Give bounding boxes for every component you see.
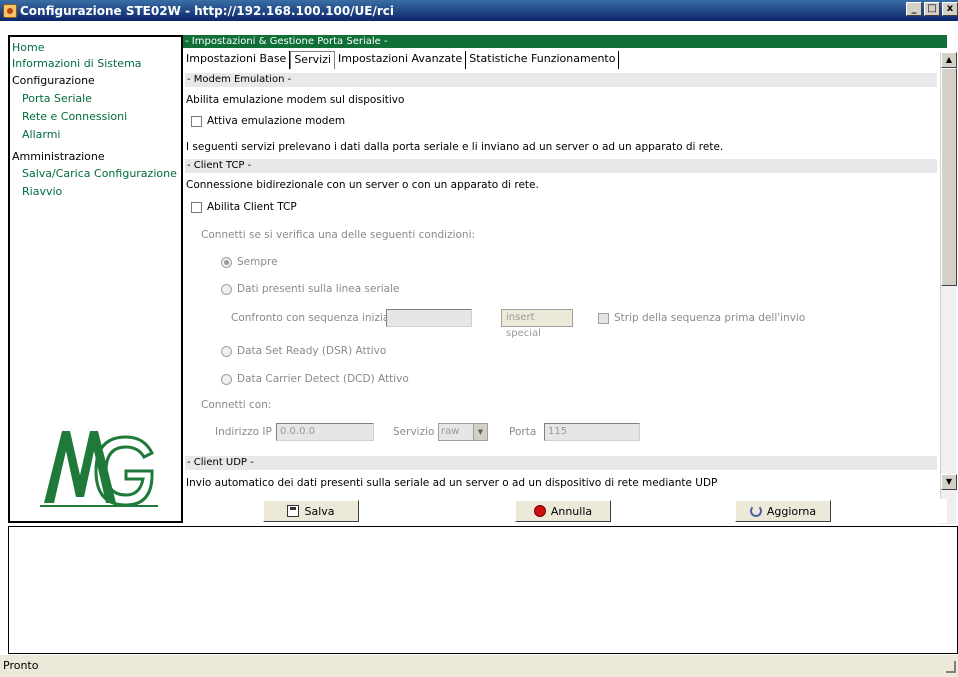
status-bar: Pronto: [0, 654, 958, 677]
log-panel: [8, 526, 958, 654]
window-title: Configurazione STE02W - http://192.168.1…: [20, 3, 395, 18]
modem-description: Abilita emulazione modem sul dispositivo: [186, 94, 405, 106]
salva-label: Salva: [304, 504, 335, 518]
modem-checkbox-label: Attiva emulazione modem: [207, 115, 346, 127]
client-tcp-header: - Client TCP -: [185, 159, 937, 173]
annulla-label: Annulla: [550, 504, 593, 518]
tab-impostazioni-avanzate[interactable]: Impostazioni Avanzate: [335, 51, 467, 69]
porta-label: Porta: [509, 426, 537, 438]
tcp-enable-checkbox[interactable]: [191, 202, 202, 213]
tab-servizi[interactable]: Servizi: [290, 51, 335, 69]
tcp-description: Connessione bidirezionale con un server …: [186, 179, 539, 191]
servizio-selected-value: raw: [441, 426, 460, 437]
close-button[interactable]: x: [942, 2, 958, 16]
stop-icon: [533, 505, 546, 517]
strip-checkbox[interactable]: [598, 313, 609, 324]
tab-impostazioni-base[interactable]: Impostazioni Base: [183, 51, 291, 69]
maximize-button[interactable]: □: [924, 2, 940, 16]
company-logo: [40, 431, 158, 507]
vertical-scrollbar[interactable]: ▲ ▼: [940, 52, 957, 524]
ip-input[interactable]: 0.0.0.0: [276, 423, 374, 441]
annulla-button[interactable]: Annulla: [515, 500, 611, 522]
servizio-select[interactable]: raw ▼: [438, 423, 488, 441]
connetti-con-label: Connetti con:: [201, 399, 272, 411]
udp-description: Invio automatico dei dati presenti sulla…: [186, 477, 718, 489]
aggiorna-button[interactable]: Aggiorna: [735, 500, 831, 522]
scroll-up-icon[interactable]: ▲: [941, 52, 957, 68]
radio-dsr[interactable]: [221, 346, 232, 357]
sidebar: Home Informazioni di Sistema Configurazi…: [8, 35, 183, 523]
scrollbar-thumb[interactable]: [941, 68, 957, 286]
chevron-down-icon: ▼: [473, 424, 487, 440]
aggiorna-label: Aggiorna: [766, 504, 817, 518]
services-description: I seguenti servizi prelevano i dati dall…: [186, 141, 724, 153]
modem-emulation-header: - Modem Emulation -: [185, 73, 937, 87]
insert-special-button[interactable]: insert special: [501, 309, 573, 339]
sidebar-item-home[interactable]: Home: [12, 41, 44, 54]
client-udp-header: - Client UDP -: [185, 456, 937, 470]
confronto-input[interactable]: [386, 309, 472, 327]
sidebar-item-info[interactable]: Informazioni di Sistema: [12, 57, 142, 70]
section-title-bar: - Impostazioni & Gestione Porta Seriale …: [183, 35, 947, 48]
sidebar-item-porta-seriale[interactable]: Porta Seriale: [22, 92, 92, 105]
resize-grip-icon[interactable]: [946, 661, 956, 673]
sidebar-item-salva-carica[interactable]: Salva/Carica Configurazione: [22, 167, 177, 180]
window-controls: _ □ x: [906, 2, 958, 16]
sidebar-heading-amministrazione: Amministrazione: [12, 150, 105, 163]
services-content: - Modem Emulation - Abilita emulazione m…: [183, 73, 937, 523]
radio-dcd[interactable]: [221, 374, 232, 385]
sidebar-heading-configurazione: Configurazione: [12, 74, 95, 87]
scroll-down-icon[interactable]: ▼: [941, 474, 957, 490]
radio-dsr-label: Data Set Ready (DSR) Attivo: [237, 345, 387, 357]
radio-sempre[interactable]: [221, 257, 232, 268]
tab-strip: Impostazioni Base Servizi Impostazioni A…: [183, 49, 620, 71]
action-bar: Salva Annulla Aggiorna: [183, 499, 947, 523]
strip-label: Strip della sequenza prima dell'invio: [614, 312, 806, 324]
radio-dati-label: Dati presenti sulla linea seriale: [237, 283, 400, 295]
java-app-icon: [3, 3, 17, 18]
status-text: Pronto: [3, 659, 39, 672]
radio-sempre-label: Sempre: [237, 256, 278, 268]
confronto-label: Confronto con sequenza iniziale: [231, 312, 399, 324]
servizio-label: Servizio: [393, 426, 435, 438]
window-titlebar[interactable]: Configurazione STE02W - http://192.168.1…: [0, 0, 958, 21]
tcp-checkbox-label: Abilita Client TCP: [207, 201, 297, 213]
porta-input[interactable]: 115: [544, 423, 640, 441]
save-disk-icon: [287, 505, 300, 517]
main-panel: - Impostazioni & Gestione Porta Seriale …: [183, 35, 957, 524]
sidebar-item-allarmi[interactable]: Allarmi: [22, 128, 60, 141]
salva-button[interactable]: Salva: [263, 500, 359, 522]
tab-statistiche[interactable]: Statistiche Funzionamento: [466, 51, 620, 69]
connect-condition-label: Connetti se si verifica una delle seguen…: [201, 229, 476, 241]
sidebar-item-rete[interactable]: Rete e Connessioni: [22, 110, 127, 123]
minimize-button[interactable]: _: [906, 2, 922, 16]
radio-dati-seriale[interactable]: [221, 284, 232, 295]
sidebar-item-riavvio[interactable]: Riavvio: [22, 185, 62, 198]
modem-emulation-checkbox[interactable]: [191, 116, 202, 127]
refresh-icon: [749, 505, 762, 517]
radio-dcd-label: Data Carrier Detect (DCD) Attivo: [237, 373, 409, 385]
ip-label: Indirizzo IP: [215, 426, 272, 438]
